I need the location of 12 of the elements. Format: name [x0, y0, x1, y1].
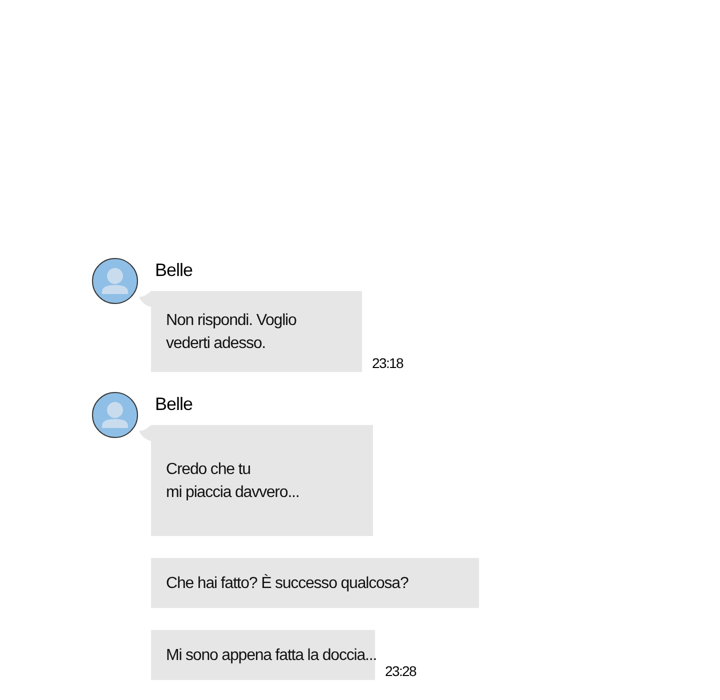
message-bubble: Credo che tu mi piaccia davvero...: [151, 425, 373, 536]
avatar-icon: [92, 392, 138, 438]
message-time: 23:28: [385, 662, 416, 680]
message-time: 23:18: [372, 354, 404, 372]
sender-name: Belle: [155, 393, 194, 416]
message-bubble: Mi sono appena fatta la doccia...: [151, 630, 375, 680]
bubble-tail: [139, 291, 151, 307]
message-bubble: Non rispondi. Voglio vederti adesso.: [151, 291, 362, 372]
message-bubble: Che hai fatto? È successo qualcosa?: [151, 558, 479, 608]
sender-name: Belle: [155, 259, 194, 282]
avatar-icon: [92, 258, 138, 304]
bubble-tail: [139, 425, 151, 441]
